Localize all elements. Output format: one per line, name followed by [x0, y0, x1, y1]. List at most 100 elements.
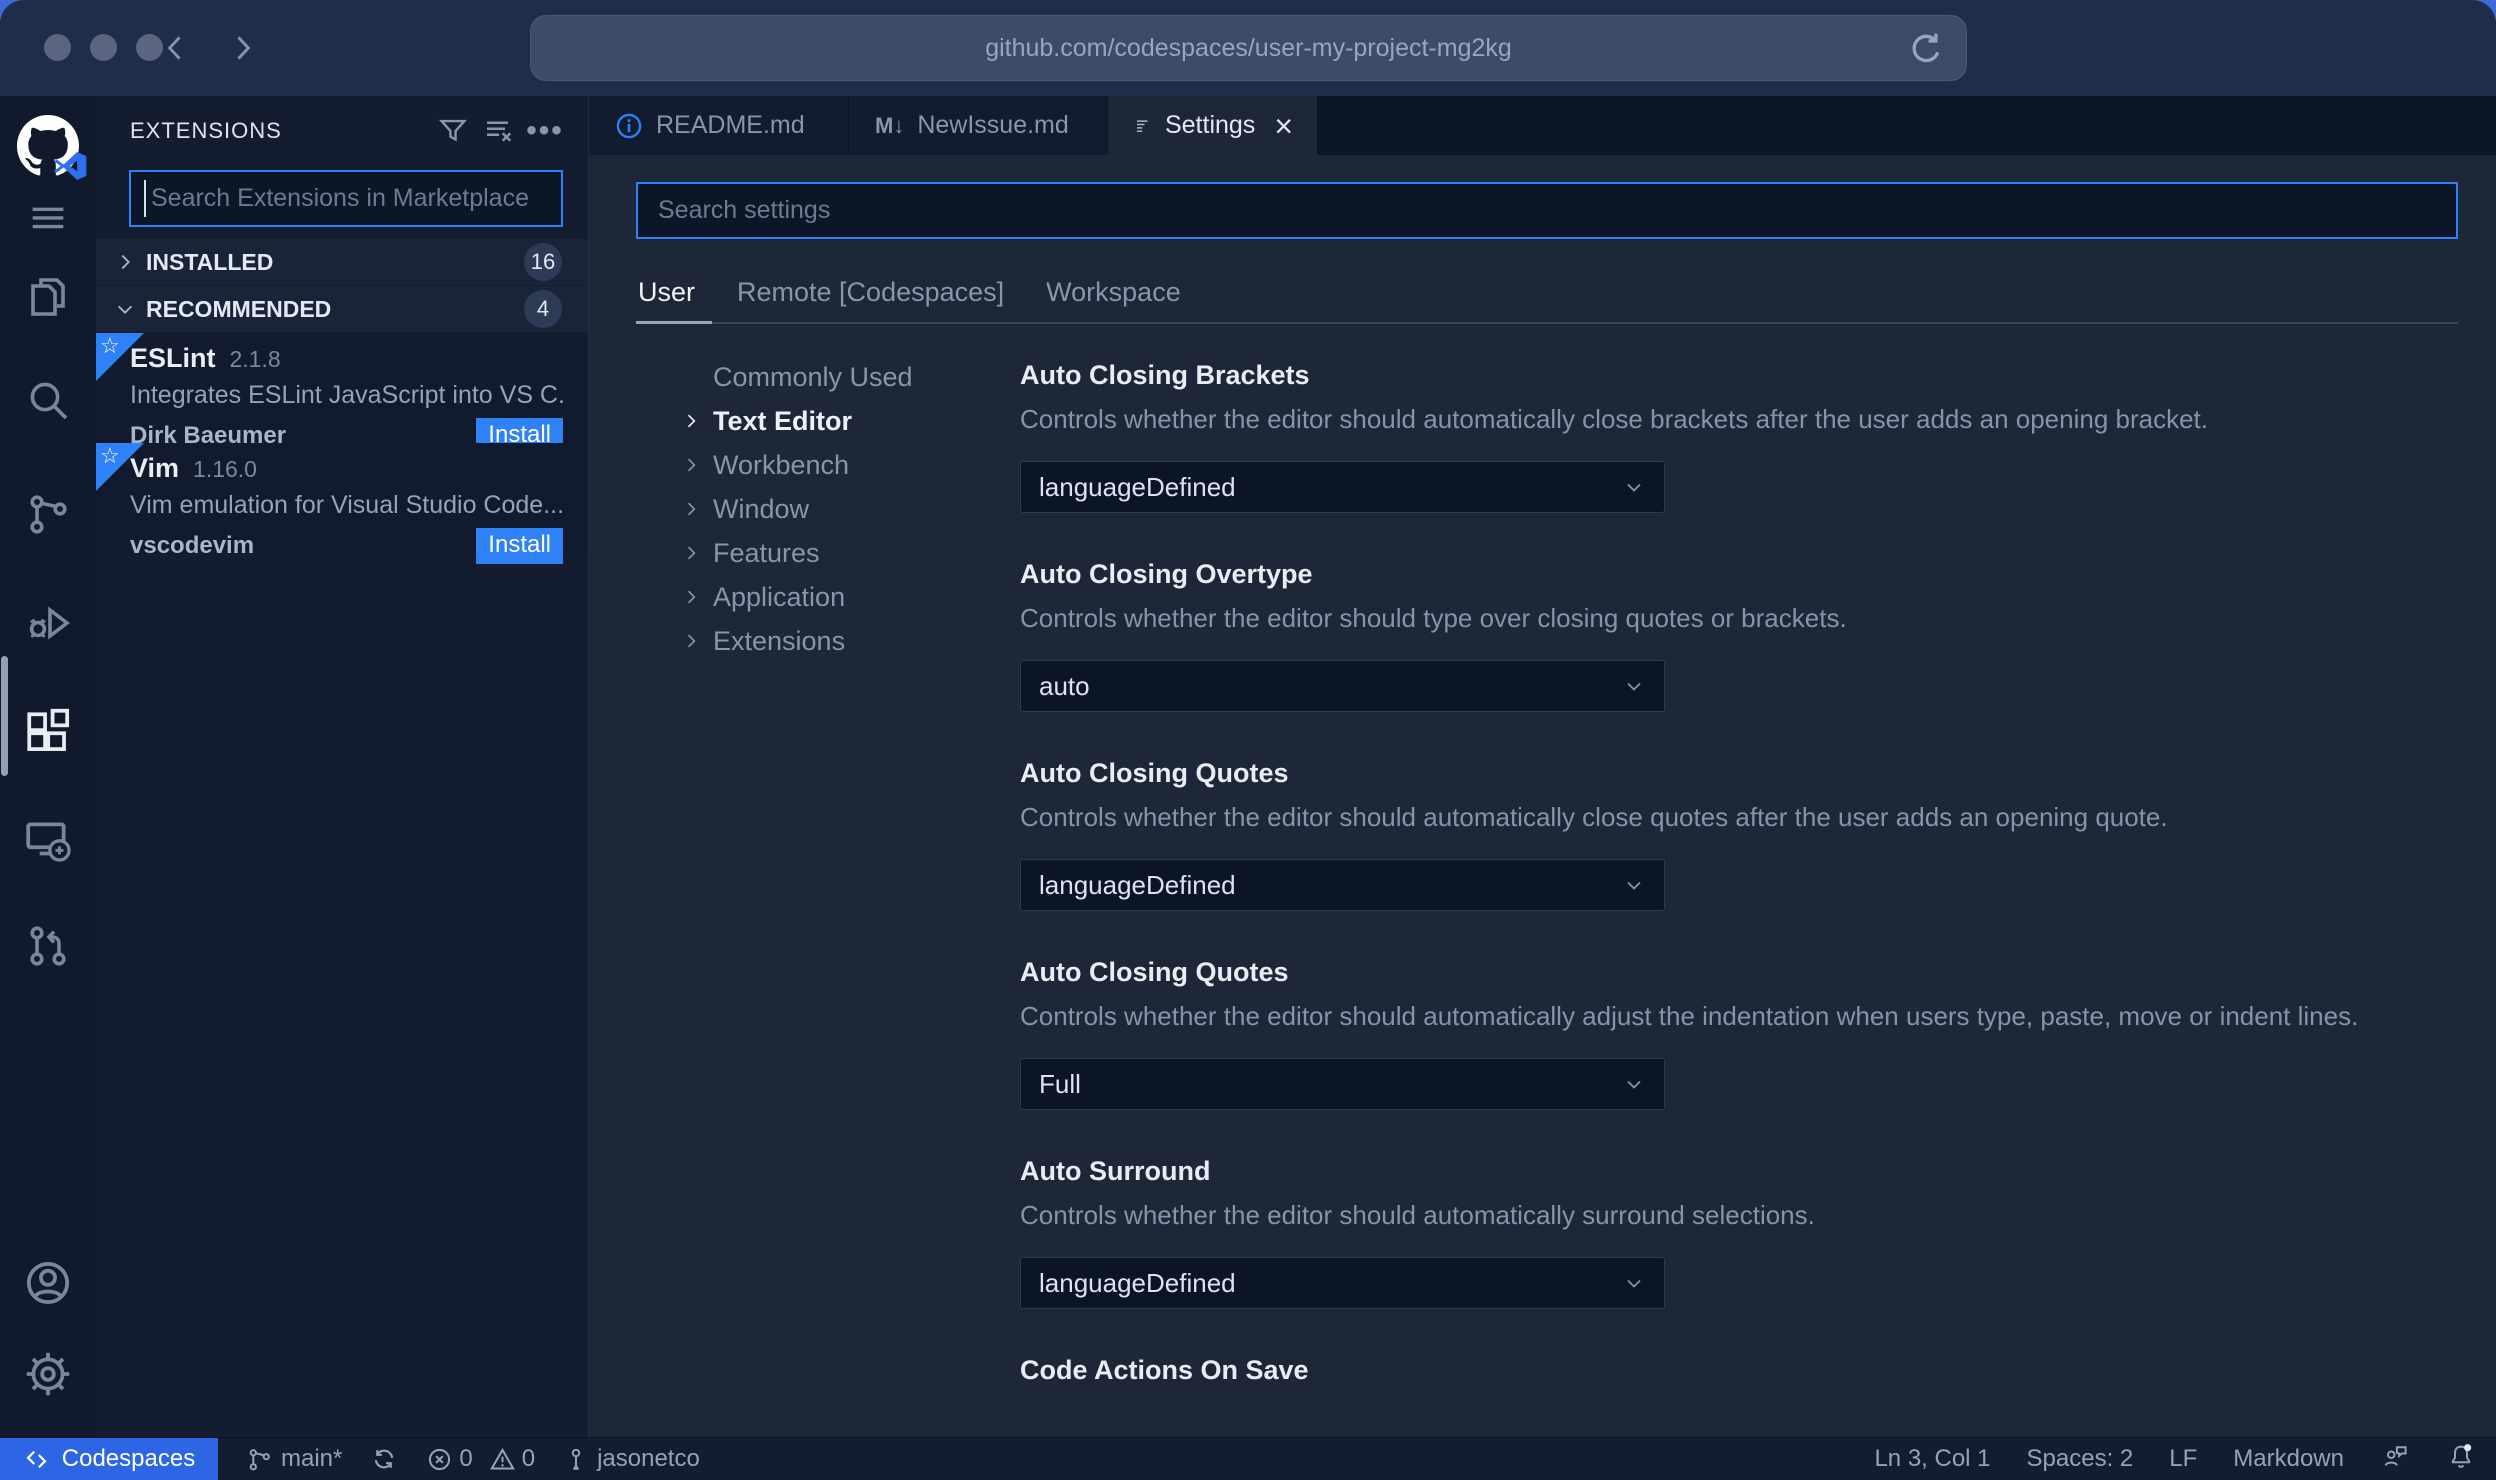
settings-search-input[interactable] — [636, 182, 2458, 239]
extensions-view-button[interactable] — [0, 684, 96, 780]
scope-tab-active-underline — [636, 321, 712, 324]
tab-newissue[interactable]: M↓ NewIssue.md — [849, 96, 1108, 155]
search-view-button[interactable] — [0, 352, 96, 448]
status-bar: Codespaces main* 0 0 jasonetco Ln 3, Col… — [0, 1437, 2496, 1480]
chevron-right-icon — [680, 587, 702, 607]
installed-count-badge: 16 — [524, 243, 562, 281]
run-debug-view-button[interactable] — [0, 575, 96, 671]
github-pull-request-view-button[interactable] — [0, 898, 96, 994]
auto-closing-brackets-select[interactable]: languageDefined — [1020, 461, 1665, 513]
address-bar[interactable]: github.com/codespaces/user-my-project-mg… — [530, 15, 1967, 81]
filter-extensions-button[interactable] — [430, 111, 476, 151]
cursor-position-status[interactable]: Ln 3, Col 1 — [1874, 1445, 1990, 1473]
activity-bar — [0, 96, 96, 1437]
signed-in-user-status[interactable]: jasonetco — [563, 1445, 700, 1473]
extension-description: Integrates ESLint JavaScript into VS C..… — [130, 381, 563, 409]
problems-status[interactable]: 0 0 — [426, 1445, 535, 1473]
settings-toc: Commonly Used Text Editor Workbench Wind… — [680, 355, 1015, 663]
setting-auto-closing-quotes: Auto Closing Quotes Controls whether the… — [1020, 758, 2460, 911]
extension-list-item-vim[interactable]: ☆ Vim 1.16.0 Vim emulation for Visual St… — [96, 443, 588, 564]
info-icon — [616, 113, 642, 138]
section-installed[interactable]: INSTALLED 16 — [96, 239, 588, 285]
remote-explorer-view-button[interactable] — [0, 793, 96, 889]
setting-auto-closing-brackets: Auto Closing Brackets Controls whether t… — [1020, 360, 2460, 513]
error-count: 0 — [459, 1445, 473, 1472]
chevron-right-icon — [680, 499, 702, 519]
setting-code-actions-on-save: Code Actions On Save — [1020, 1355, 1309, 1385]
gear-icon — [26, 1352, 70, 1396]
section-recommended[interactable]: RECOMMENDED 4 — [96, 286, 588, 332]
extensions-search-box — [129, 170, 563, 227]
toc-item-commonly-used[interactable]: Commonly Used — [680, 355, 1015, 399]
toc-item-workbench[interactable]: Workbench — [680, 443, 1015, 487]
username: jasonetco — [597, 1445, 700, 1472]
eol-status[interactable]: LF — [2169, 1445, 2197, 1473]
toc-item-application[interactable]: Application — [680, 575, 1015, 619]
auto-surround-select[interactable]: languageDefined — [1020, 1257, 1665, 1309]
bell-icon — [2451, 1443, 2472, 1468]
sync-icon — [375, 1449, 394, 1469]
sidebar-title: EXTENSIONS — [130, 118, 282, 143]
clear-extensions-search-button[interactable] — [476, 111, 522, 151]
filter-funnel-icon — [438, 119, 468, 142]
star-icon: ☆ — [100, 333, 120, 358]
extensions-search-input[interactable] — [129, 170, 563, 227]
clear-list-icon — [487, 121, 512, 142]
browser-titlebar: github.com/codespaces/user-my-project-mg… — [0, 0, 2496, 96]
scope-tab-workspace[interactable]: Workspace — [1046, 277, 1181, 308]
tab-bar: README.md M↓ NewIssue.md Settings × — [589, 96, 2496, 155]
close-tab-button[interactable]: × — [1274, 110, 1293, 142]
traffic-lights — [44, 34, 163, 61]
toc-item-features[interactable]: Features — [680, 531, 1015, 575]
minimize-window-button[interactable] — [90, 34, 117, 61]
branch-name: main* — [281, 1445, 343, 1472]
explorer-view-button[interactable] — [0, 249, 96, 345]
sync-button[interactable] — [370, 1445, 398, 1473]
scope-tabs-divider — [636, 322, 2458, 324]
account-button[interactable] — [0, 1235, 96, 1331]
scope-tab-user[interactable]: User — [638, 277, 695, 308]
extension-list-item-eslint[interactable]: ☆ ESLint 2.1.8 Integrates ESLint JavaScr… — [96, 333, 588, 454]
source-control-view-button[interactable] — [0, 466, 96, 562]
close-window-button[interactable] — [44, 34, 71, 61]
git-branch-icon — [249, 1448, 270, 1470]
browser-back-button[interactable] — [152, 24, 200, 72]
person-icon — [571, 1448, 581, 1470]
tab-readme[interactable]: README.md — [589, 96, 849, 155]
files-icon — [31, 278, 65, 316]
codespaces-remote-indicator[interactable]: Codespaces — [0, 1438, 218, 1480]
toc-item-window[interactable]: Window — [680, 487, 1015, 531]
setting-auto-surround: Auto Surround Controls whether the edito… — [1020, 1156, 2460, 1309]
indentation-status[interactable]: Spaces: 2 — [2027, 1445, 2134, 1473]
auto-closing-overtype-select[interactable]: auto — [1020, 660, 1665, 712]
chevron-right-icon — [680, 631, 702, 651]
toc-item-extensions[interactable]: Extensions — [680, 619, 1015, 663]
extension-version: 1.16.0 — [193, 456, 257, 482]
chevron-down-icon — [1627, 483, 1641, 492]
branch-status[interactable]: main* — [246, 1445, 342, 1473]
scope-tab-remote[interactable]: Remote [Codespaces] — [737, 277, 1004, 308]
install-button[interactable]: Install — [476, 528, 563, 564]
settings-gear-button[interactable] — [0, 1326, 96, 1422]
settings-list: Auto Closing Brackets Controls whether t… — [1020, 360, 2460, 1432]
chevron-right-icon — [680, 455, 702, 475]
chevron-left-icon — [167, 36, 181, 60]
ellipsis-icon: ••• — [526, 114, 564, 147]
feedback-button[interactable] — [2380, 1441, 2410, 1478]
toc-item-text-editor[interactable]: Text Editor — [680, 399, 1015, 443]
notifications-button[interactable] — [2446, 1441, 2476, 1478]
source-control-icon — [30, 495, 67, 534]
reload-button[interactable] — [1904, 27, 1948, 76]
browser-forward-button[interactable] — [218, 24, 266, 72]
codespaces-label: Codespaces — [61, 1445, 196, 1472]
hamburger-menu-icon — [32, 207, 64, 229]
auto-indent-select[interactable]: Full — [1020, 1058, 1665, 1110]
more-actions-button[interactable]: ••• — [522, 111, 568, 151]
workbench: EXTENSIONS ••• Search Extensions in Mark… — [0, 96, 2496, 1437]
tab-settings[interactable]: Settings × — [1108, 96, 1318, 155]
settings-scope-tabs: User Remote [Codespaces] Workspace — [638, 277, 1181, 308]
auto-closing-quotes-select[interactable]: languageDefined — [1020, 859, 1665, 911]
language-mode-status[interactable]: Markdown — [2233, 1445, 2344, 1473]
account-icon — [26, 1261, 70, 1305]
browser-window: github.com/codespaces/user-my-project-mg… — [0, 0, 2496, 1480]
